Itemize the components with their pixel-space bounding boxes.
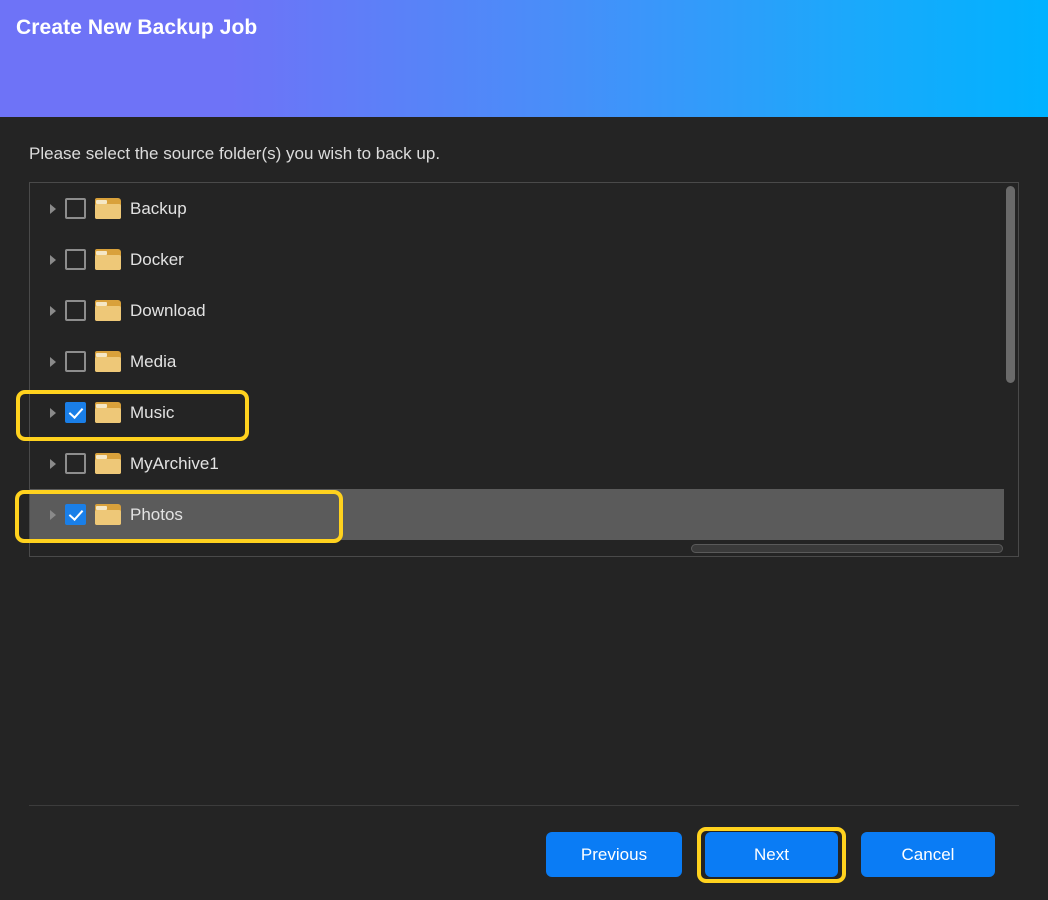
tree-row-label: MyArchive1 (130, 455, 219, 472)
create-backup-job-dialog: Create New Backup Job Please select the … (0, 0, 1048, 900)
folder-icon (95, 402, 121, 423)
folder-checkbox[interactable] (65, 402, 86, 423)
tree-row-label: Backup (130, 200, 187, 217)
tree-vertical-scrollbar[interactable] (1004, 184, 1017, 543)
tree-row[interactable]: Media (30, 336, 1006, 387)
cancel-button[interactable]: Cancel (861, 832, 995, 877)
tree-row-label: Media (130, 353, 176, 370)
instruction-text: Please select the source folder(s) you w… (29, 144, 440, 164)
tree-row[interactable]: Music (30, 387, 1006, 438)
folder-icon (95, 300, 121, 321)
tree-row-label: Photos (130, 506, 183, 523)
tree-row-label: Download (130, 302, 206, 319)
chevron-right-icon[interactable] (45, 405, 61, 421)
tree-row-label: Docker (130, 251, 184, 268)
chevron-right-icon[interactable] (45, 354, 61, 370)
chevron-right-icon[interactable] (45, 303, 61, 319)
folder-checkbox[interactable] (65, 504, 86, 525)
folder-checkbox[interactable] (65, 351, 86, 372)
chevron-right-icon[interactable] (45, 456, 61, 472)
folder-icon (95, 249, 121, 270)
chevron-right-icon[interactable] (45, 507, 61, 523)
folder-checkbox[interactable] (65, 249, 86, 270)
source-folder-tree: Backup Docker Download Media Music MyArchive1… (29, 182, 1019, 557)
folder-icon (95, 504, 121, 525)
dialog-title-bar: Create New Backup Job (0, 0, 1048, 117)
tree-row[interactable]: Backup (30, 183, 1006, 234)
tree-horizontal-scrollbar-thumb[interactable] (691, 544, 1003, 553)
footer-divider (29, 805, 1019, 806)
dialog-title: Create New Backup Job (16, 16, 257, 40)
tree-row-label: Music (130, 404, 174, 421)
tree-row[interactable]: Photos (30, 489, 1006, 540)
tree-row[interactable]: Download (30, 285, 1006, 336)
dialog-button-row: Previous Next Cancel (0, 832, 1048, 892)
folder-checkbox[interactable] (65, 453, 86, 474)
next-button[interactable]: Next (705, 832, 838, 877)
previous-button[interactable]: Previous (546, 832, 682, 877)
folder-icon (95, 351, 121, 372)
tree-horizontal-scrollbar[interactable] (31, 542, 1006, 555)
tree-row[interactable]: Docker (30, 234, 1006, 285)
tree-row-container: Backup Docker Download Media Music MyArchive1… (30, 183, 1006, 543)
chevron-right-icon[interactable] (45, 201, 61, 217)
dialog-body: Please select the source folder(s) you w… (0, 117, 1048, 900)
folder-checkbox[interactable] (65, 300, 86, 321)
folder-icon (95, 198, 121, 219)
chevron-right-icon[interactable] (45, 252, 61, 268)
tree-vertical-scrollbar-thumb[interactable] (1006, 186, 1015, 383)
tree-row[interactable]: MyArchive1 (30, 438, 1006, 489)
folder-icon (95, 453, 121, 474)
folder-checkbox[interactable] (65, 198, 86, 219)
